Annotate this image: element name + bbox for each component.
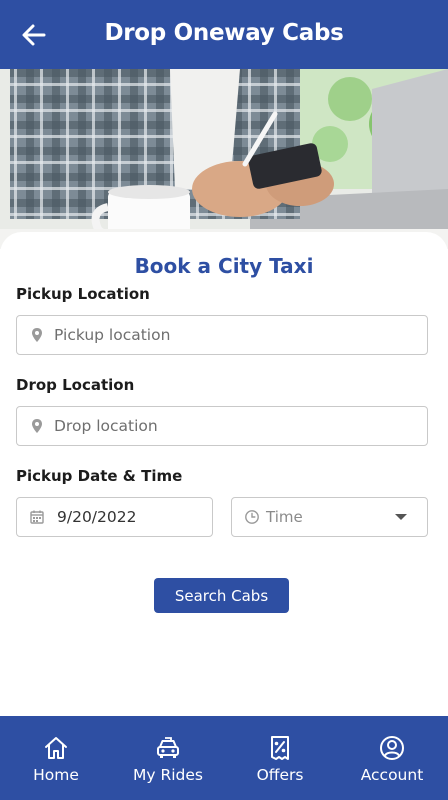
hero-image (0, 69, 448, 249)
bottom-navigation: Home My Rides Offers Account (0, 716, 448, 800)
drop-location-label: Drop Location (16, 376, 135, 394)
nav-label-my-rides: My Rides (133, 766, 203, 784)
pickup-date-value: 9/20/2022 (57, 508, 137, 526)
location-pin-icon (32, 328, 42, 342)
pickup-datetime-label: Pickup Date & Time (16, 467, 183, 485)
nav-item-my-rides[interactable]: My Rides (112, 716, 224, 800)
calendar-icon (30, 510, 44, 524)
booking-form-title: Book a City Taxi (134, 254, 314, 278)
nav-label-offers: Offers (256, 766, 304, 784)
location-pin-icon (32, 419, 42, 433)
pickup-time-placeholder: Time (266, 508, 303, 526)
account-icon (380, 736, 404, 760)
drop-location-field[interactable] (16, 406, 428, 446)
page-title: Drop Oneway Cabs (104, 20, 344, 46)
offer-icon (271, 736, 289, 760)
car-icon (157, 737, 179, 758)
hero-illustration (0, 69, 448, 249)
pickup-time-select[interactable]: Time (231, 497, 428, 537)
nav-item-home[interactable]: Home (0, 716, 112, 800)
pickup-location-input[interactable] (54, 326, 427, 344)
app-bar: Drop Oneway Cabs (0, 0, 448, 69)
home-icon (45, 737, 67, 759)
pickup-location-field[interactable] (16, 315, 428, 355)
search-cabs-button[interactable]: Search Cabs (154, 578, 289, 613)
nav-item-account[interactable]: Account (336, 716, 448, 800)
pickup-location-label: Pickup Location (16, 285, 150, 303)
chevron-down-icon (395, 514, 407, 520)
nav-label-home: Home (33, 766, 79, 784)
nav-label-account: Account (360, 766, 424, 784)
pickup-date-field[interactable]: 9/20/2022 (16, 497, 213, 537)
clock-icon (245, 510, 259, 524)
drop-location-input[interactable] (54, 417, 427, 435)
nav-item-offers[interactable]: Offers (224, 716, 336, 800)
